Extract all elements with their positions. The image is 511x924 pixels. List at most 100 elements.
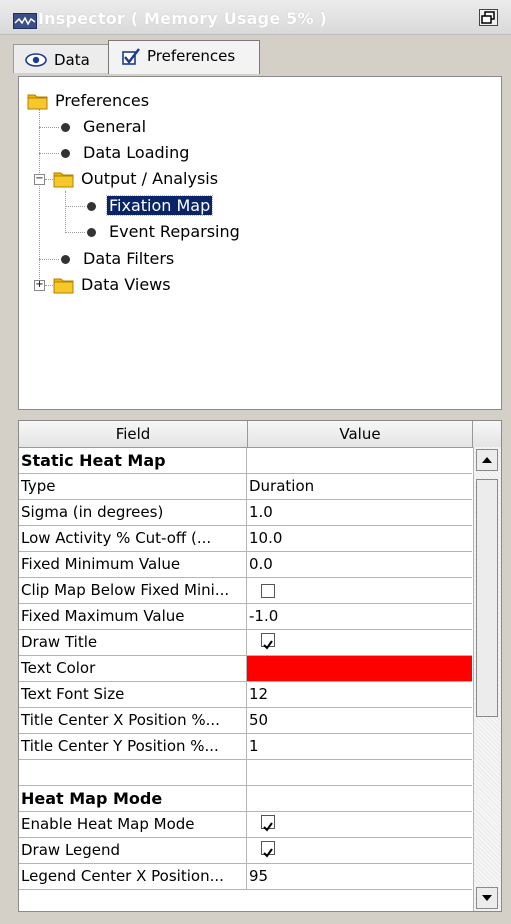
- value-cell[interactable]: 95: [247, 864, 472, 889]
- section-row[interactable]: Heat Map Mode: [19, 786, 472, 812]
- table-row[interactable]: Enable Heat Map Mode: [19, 812, 472, 838]
- table-row[interactable]: Title Center Y Position %... 1: [19, 734, 472, 760]
- value-cell[interactable]: 10.0: [247, 526, 472, 551]
- tree-label-data-filters: Data Filters: [83, 249, 175, 268]
- value-cell[interactable]: [247, 760, 472, 785]
- tree-connector: [39, 153, 59, 154]
- checked-checkbox[interactable]: [261, 841, 275, 858]
- field-cell: Fixed Maximum Value: [19, 604, 247, 629]
- eye-trace-logo-icon: [13, 13, 37, 29]
- checked-checkbox[interactable]: [261, 815, 275, 832]
- vertical-scrollbar[interactable]: [473, 447, 501, 911]
- field-cell: Draw Title: [19, 630, 247, 655]
- bullet-icon: [61, 255, 70, 264]
- unchecked-checkbox[interactable]: [261, 584, 275, 598]
- value-cell[interactable]: [247, 448, 472, 473]
- table-row[interactable]: Clip Map Below Fixed Mini...: [19, 578, 472, 604]
- value-cell[interactable]: 12: [247, 682, 472, 707]
- scrollbar-thumb[interactable]: [476, 479, 498, 717]
- table-row[interactable]: Fixed Minimum Value 0.0: [19, 552, 472, 578]
- tree-label-output-analysis: Output / Analysis: [81, 169, 219, 188]
- inspector-tabs: Data Preferences: [13, 40, 503, 74]
- value-cell[interactable]: 1.0: [247, 500, 472, 525]
- property-grid: Field Value Static Heat Map Type Duration S…: [18, 420, 502, 912]
- expand-toggle-icon[interactable]: +: [34, 280, 45, 291]
- window-titlebar: Inspector ( Memory Usage 5% ): [0, 0, 511, 35]
- scroll-down-button[interactable]: [476, 887, 498, 909]
- table-row[interactable]: Text Color: [19, 656, 472, 682]
- tree-connector: [65, 191, 66, 233]
- value-cell[interactable]: [247, 786, 472, 811]
- field-cell: Text Color: [19, 656, 247, 681]
- checkbox-cell[interactable]: [247, 630, 472, 655]
- checkbox-cell[interactable]: [247, 838, 472, 863]
- checkmark-icon: [263, 640, 273, 650]
- scroll-up-button[interactable]: [476, 449, 498, 471]
- bullet-icon: [87, 202, 96, 211]
- collapse-toggle-icon[interactable]: −: [34, 174, 45, 185]
- field-cell: Type: [19, 474, 247, 499]
- table-row[interactable]: Text Font Size 12: [19, 682, 472, 708]
- section-row[interactable]: Static Heat Map: [19, 448, 472, 474]
- value-cell[interactable]: Duration: [247, 474, 472, 499]
- column-header-field[interactable]: Field: [19, 421, 248, 447]
- field-cell: Enable Heat Map Mode: [19, 812, 247, 837]
- checked-checkbox[interactable]: [261, 633, 275, 650]
- window-title: Inspector ( Memory Usage 5% ): [38, 9, 328, 28]
- arrow-up-icon: [482, 457, 492, 463]
- bullet-icon: [61, 123, 70, 132]
- tree-connector: [39, 109, 40, 289]
- arrow-down-icon: [482, 895, 492, 901]
- restore-window-button[interactable]: [479, 9, 498, 26]
- table-row[interactable]: Title Center X Position %... 50: [19, 708, 472, 734]
- tree-label-general: General: [83, 117, 147, 136]
- table-row[interactable]: Low Activity % Cut-off (... 10.0: [19, 526, 472, 552]
- field-cell: Title Center Y Position %...: [19, 734, 247, 759]
- folder-icon: [53, 170, 75, 188]
- field-cell: Legend Center X Position...: [19, 864, 247, 889]
- tab-preferences[interactable]: Preferences: [108, 40, 260, 74]
- field-cell: [19, 760, 247, 785]
- bullet-icon: [87, 228, 96, 237]
- checkmark-icon: [121, 48, 141, 70]
- table-row[interactable]: Draw Title: [19, 630, 472, 656]
- value-cell[interactable]: 1: [247, 734, 472, 759]
- value-cell[interactable]: 0.0: [247, 552, 472, 577]
- checkbox-cell[interactable]: [247, 812, 472, 837]
- tree-label-event-reparsing: Event Reparsing: [109, 222, 240, 241]
- field-cell: Low Activity % Cut-off (...: [19, 526, 247, 551]
- value-cell[interactable]: -1.0: [247, 604, 472, 629]
- table-row[interactable]: Draw Legend: [19, 838, 472, 864]
- field-cell: Text Font Size: [19, 682, 247, 707]
- folder-icon: [53, 276, 75, 294]
- tab-preferences-label: Preferences: [147, 47, 236, 65]
- folder-icon: [27, 92, 49, 110]
- grid-header: Field Value: [19, 421, 501, 448]
- preferences-tree: Preferences General Data Loading − Outpu…: [18, 76, 502, 410]
- restore-window-icon: [479, 9, 498, 26]
- field-cell: Clip Map Below Fixed Mini...: [19, 578, 247, 603]
- checkmark-icon: [263, 848, 273, 858]
- tree-connector: [39, 259, 59, 260]
- table-row[interactable]: Sigma (in degrees) 1.0: [19, 500, 472, 526]
- checkbox-cell[interactable]: [247, 578, 472, 603]
- color-swatch: [247, 656, 472, 681]
- checkmark-icon: [263, 822, 273, 832]
- color-value-cell[interactable]: [247, 656, 472, 681]
- table-row[interactable]: Fixed Maximum Value -1.0: [19, 604, 472, 630]
- tab-data[interactable]: Data: [13, 44, 109, 73]
- tab-data-label: Data: [54, 51, 90, 69]
- tree-connector: [65, 206, 85, 207]
- column-header-value[interactable]: Value: [248, 421, 473, 447]
- table-row[interactable]: [19, 760, 472, 786]
- field-cell: Sigma (in degrees): [19, 500, 247, 525]
- table-row[interactable]: Type Duration: [19, 474, 472, 500]
- field-cell: Static Heat Map: [19, 448, 247, 473]
- field-cell: Draw Legend: [19, 838, 247, 863]
- value-cell[interactable]: 50: [247, 708, 472, 733]
- bullet-icon: [61, 149, 70, 158]
- tree-label-data-loading: Data Loading: [83, 143, 190, 162]
- tree-label-data-views: Data Views: [81, 275, 171, 294]
- table-row[interactable]: Legend Center X Position... 95: [19, 864, 472, 890]
- eye-icon: [24, 52, 48, 72]
